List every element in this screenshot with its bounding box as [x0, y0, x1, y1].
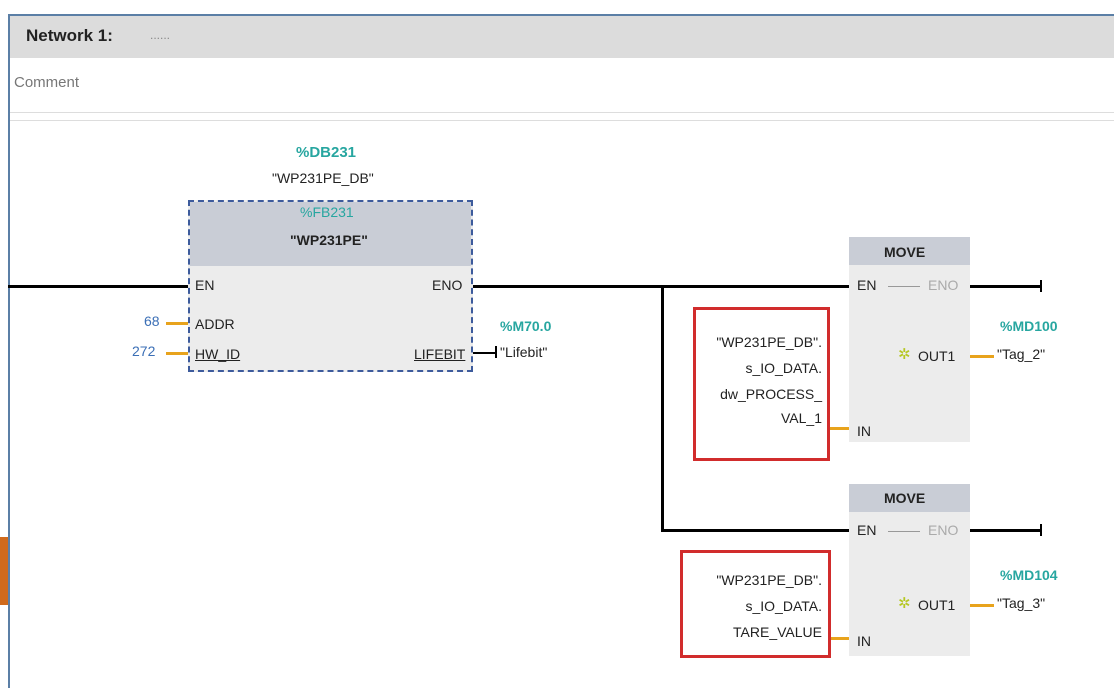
side-tab[interactable]	[0, 537, 8, 605]
lifebit-coil-mark	[495, 346, 497, 358]
move-1-in-wire	[829, 427, 849, 430]
move-2-out-wire	[970, 604, 994, 607]
network-comment[interactable]: Comment	[10, 70, 1114, 113]
fb-address: %FB231	[300, 204, 354, 220]
hwid-value[interactable]: 272	[132, 343, 155, 359]
move-1-eno: ENO	[928, 277, 959, 293]
move-2-en: EN	[857, 522, 877, 538]
move-2-out-address: %MD104	[1000, 567, 1058, 583]
move-1-out-star-icon: ✲	[898, 346, 911, 363]
move-1-out-tag[interactable]: "Tag_2"	[997, 346, 1045, 362]
fb-pin-addr: ADDR	[195, 316, 235, 332]
move-2-out-tag[interactable]: "Tag_3"	[997, 595, 1045, 611]
move-1-en: EN	[857, 277, 877, 293]
lifebit-address: %M70.0	[500, 318, 552, 334]
move-1-eno-end	[1040, 280, 1042, 292]
move-2-in-line-3: TARE_VALUE	[733, 624, 822, 640]
network-header[interactable]: Network 1: ......	[10, 16, 1114, 58]
move-block-2[interactable]	[849, 484, 970, 656]
branch-horizontal-wire	[661, 529, 849, 532]
move-1-in-line-1: "WP231PE_DB".	[716, 334, 822, 350]
move-1-title: MOVE	[884, 244, 926, 260]
move-block-1[interactable]	[849, 237, 970, 442]
move-1-in-line-2: s_IO_DATA.	[745, 360, 822, 376]
branch-vertical-wire	[661, 285, 664, 531]
lifebit-wire	[473, 352, 495, 354]
fb-name: "WP231PE"	[290, 232, 368, 248]
db-address: %DB231	[296, 144, 357, 161]
move-1-input-operand[interactable]	[693, 307, 830, 461]
move-2-eno-wire	[970, 529, 1042, 532]
move-2-eno: ENO	[928, 522, 959, 538]
fb-pin-lifebit: LIFEBIT	[414, 346, 466, 362]
move-1-in-line-3: dw_PROCESS_	[720, 386, 822, 402]
move-2-out-star-icon: ✲	[898, 595, 911, 612]
move-2-title: MOVE	[884, 490, 926, 506]
move-2-in-line-2: s_IO_DATA.	[745, 598, 822, 614]
network-title: Network 1:	[26, 26, 113, 45]
move-1-in-line-4: VAL_1	[781, 410, 822, 426]
addr-pin-wire	[166, 322, 188, 325]
move-2-out: OUT1	[918, 597, 956, 613]
network-title-placeholder[interactable]: ......	[150, 28, 170, 42]
move-1-in: IN	[857, 423, 871, 439]
comment-placeholder: Comment	[14, 74, 80, 91]
move-2-in: IN	[857, 633, 871, 649]
move-2-en-eno-line	[888, 531, 920, 532]
fb-pin-hwid: HW_ID	[195, 346, 241, 362]
move-1-eno-wire	[970, 285, 1042, 288]
fb-pin-en: EN	[195, 277, 215, 293]
move-1-out-wire	[970, 355, 994, 358]
move-1-out-address: %MD100	[1000, 318, 1058, 334]
db-name[interactable]: "WP231PE_DB"	[272, 170, 374, 186]
lifebit-tag[interactable]: "Lifebit"	[500, 344, 547, 360]
addr-value[interactable]: 68	[144, 313, 160, 329]
move-2-in-wire	[829, 637, 849, 640]
hwid-pin-wire	[166, 352, 188, 355]
move-1-out: OUT1	[918, 348, 956, 364]
main-rung-wire	[8, 285, 188, 288]
fb-pin-eno: ENO	[432, 277, 463, 293]
move-2-in-line-1: "WP231PE_DB".	[716, 572, 822, 588]
move-1-en-eno-line	[888, 286, 920, 287]
move-2-eno-end	[1040, 524, 1042, 536]
divider	[10, 120, 1114, 121]
